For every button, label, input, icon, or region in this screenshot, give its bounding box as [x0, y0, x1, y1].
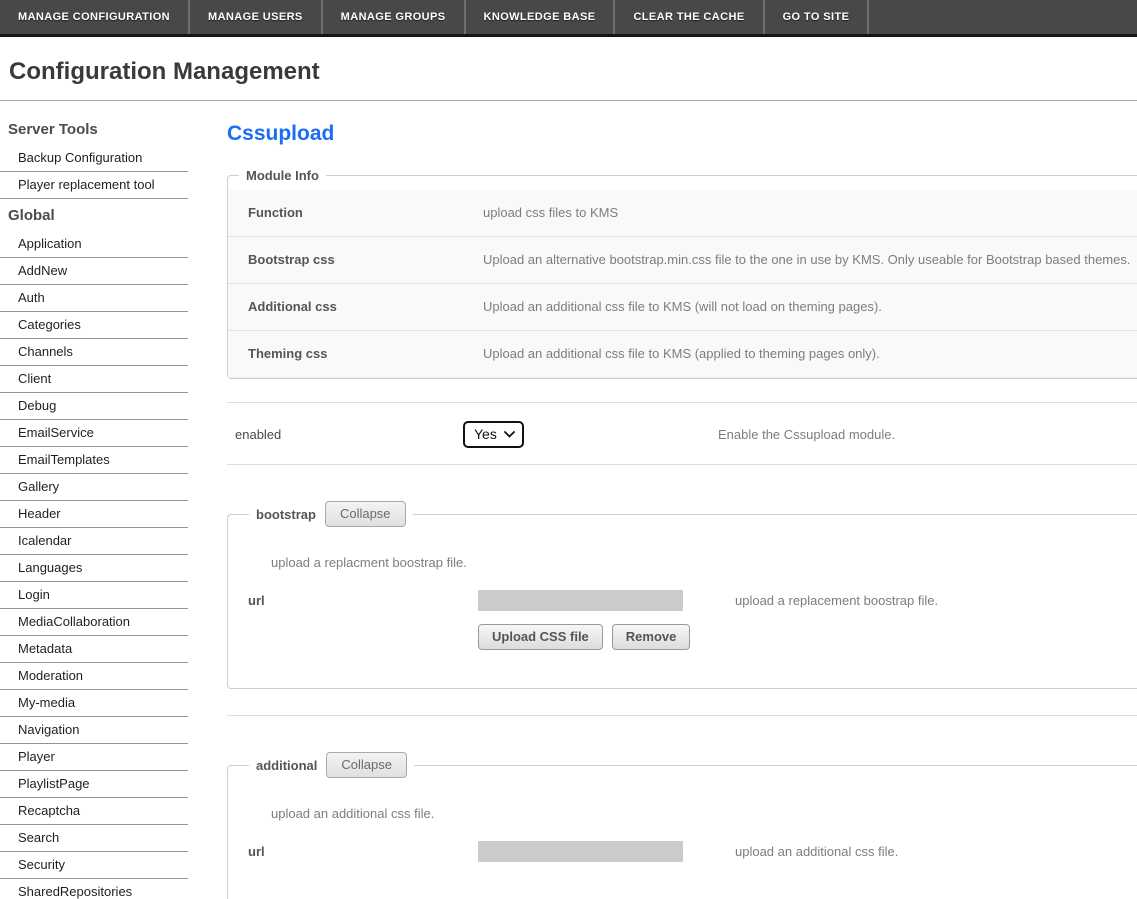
sidebar-item-playlistpage[interactable]: PlaylistPage — [0, 771, 188, 798]
sidebar-item-debug[interactable]: Debug — [0, 393, 188, 420]
module-info-label: Theming css — [248, 346, 328, 361]
url-description: upload a replacement boostrap file. — [735, 593, 939, 608]
module-info-label: Bootstrap css — [248, 252, 335, 267]
top-nav: MANAGE CONFIGURATION MANAGE USERS MANAGE G… — [0, 0, 1137, 37]
sidebar-item-security[interactable]: Security — [0, 852, 188, 879]
sidebar: Server Tools Backup Configuration Player r… — [0, 101, 188, 899]
section-fieldset-additional: additional Collapse upload an additional c… — [227, 752, 1137, 899]
sidebar-item-search[interactable]: Search — [0, 825, 188, 852]
module-info-legend-text: Module Info — [246, 168, 319, 183]
url-label: url — [248, 844, 265, 859]
module-info-row-bootstrap-css: Bootstrap css Upload an alternative boots… — [228, 237, 1137, 284]
sidebar-item-emailtemplates[interactable]: EmailTemplates — [0, 447, 188, 474]
main-content: Cssupload Module Info Function upload css… — [188, 101, 1137, 899]
url-control — [478, 841, 683, 862]
sidebar-item-moderation[interactable]: Moderation — [0, 663, 188, 690]
nav-tab-clear-the-cache[interactable]: CLEAR THE CACHE — [615, 0, 765, 34]
enabled-select[interactable]: Yes — [463, 421, 524, 448]
module-info-row-function: Function upload css files to KMS — [228, 190, 1137, 237]
section-legend-bootstrap: bootstrap Collapse — [249, 501, 413, 527]
enabled-row: enabled Yes Enable the Cssupload module. — [227, 402, 1137, 465]
sidebar-item-login[interactable]: Login — [0, 582, 188, 609]
enabled-description: Enable the Cssupload module. — [718, 427, 896, 442]
module-info-description: upload css files to KMS — [483, 205, 619, 220]
section-intro-text: upload a replacment boostrap file. — [271, 555, 467, 570]
section-fieldset-bootstrap: bootstrap Collapse upload a replacment boo… — [227, 501, 1137, 689]
module-info-fieldset: Module Info Function upload css files to … — [227, 168, 1137, 379]
module-info-row-theming-css: Theming css Upload an additional css file… — [228, 331, 1137, 378]
url-label: url — [248, 593, 265, 608]
module-info-label: Function — [248, 205, 303, 220]
url-row: url upload a replacement boostrap file. — [238, 590, 1137, 611]
module-info-row-additional-css: Additional css Upload an additional css f… — [228, 284, 1137, 331]
url-description: upload an additional css file. — [735, 844, 899, 859]
sidebar-item-icalendar[interactable]: Icalendar — [0, 528, 188, 555]
sidebar-item-categories[interactable]: Categories — [0, 312, 188, 339]
sidebar-item-addnew[interactable]: AddNew — [0, 258, 188, 285]
sidebar-item-languages[interactable]: Languages — [0, 555, 188, 582]
section-legend-text: additional — [256, 757, 318, 773]
sidebar-item-mediacollaboration[interactable]: MediaCollaboration — [0, 609, 188, 636]
remove-button[interactable]: Remove — [611, 624, 691, 650]
nav-tab-knowledge-base[interactable]: KNOWLEDGE BASE — [466, 0, 616, 34]
sidebar-item-my-media[interactable]: My-media — [0, 690, 188, 717]
sidebar-item-channels[interactable]: Channels — [0, 339, 188, 366]
enabled-select-value: Yes — [474, 426, 497, 442]
sidebar-item-client[interactable]: Client — [0, 366, 188, 393]
module-info-label: Additional css — [248, 299, 337, 314]
sidebar-item-gallery[interactable]: Gallery — [0, 474, 188, 501]
sidebar-item-auth[interactable]: Auth — [0, 285, 188, 312]
sidebar-section-title-global: Global — [8, 207, 55, 224]
url-input[interactable] — [478, 841, 683, 862]
upload-css-file-button[interactable]: Upload CSS file — [478, 624, 603, 650]
section-legend-additional: additional Collapse — [249, 752, 414, 778]
url-control — [478, 590, 683, 611]
chevron-down-icon — [503, 430, 515, 438]
sidebar-item-application[interactable]: Application — [0, 231, 188, 258]
module-page-title: Cssupload — [227, 122, 335, 145]
module-info-rows: Function upload css files to KMS Bootstrap… — [228, 190, 1137, 378]
sidebar-item-metadata[interactable]: Metadata — [0, 636, 188, 663]
sidebar-item-player[interactable]: Player — [0, 744, 188, 771]
nav-tab-manage-groups[interactable]: MANAGE GROUPS — [323, 0, 466, 34]
sidebar-item-header[interactable]: Header — [0, 501, 188, 528]
url-input[interactable] — [478, 590, 683, 611]
page-title: Configuration Management — [9, 58, 320, 85]
collapse-button[interactable]: Collapse — [326, 752, 407, 778]
sidebar-item-backup-configuration[interactable]: Backup Configuration — [0, 145, 188, 172]
nav-tab-manage-users[interactable]: MANAGE USERS — [190, 0, 323, 34]
module-info-description: Upload an alternative bootstrap.min.css … — [483, 252, 1131, 267]
sidebar-item-sharedrepositories[interactable]: SharedRepositories — [0, 879, 188, 899]
module-info-description: Upload an additional css file to KMS (wi… — [483, 299, 882, 314]
section-legend-text: bootstrap — [256, 506, 316, 522]
module-info-description: Upload an additional css file to KMS (ap… — [483, 346, 880, 361]
enabled-label: enabled — [235, 427, 282, 442]
button-row: Upload CSS file Remove — [478, 624, 1137, 650]
nav-tab-go-to-site[interactable]: GO TO SITE — [765, 0, 870, 34]
sidebar-item-navigation[interactable]: Navigation — [0, 717, 188, 744]
url-row: url upload an additional css file. — [238, 841, 1137, 862]
module-info-legend: Module Info — [239, 168, 326, 183]
sidebar-item-player-replacement-tool[interactable]: Player replacement tool — [0, 172, 188, 199]
collapse-button[interactable]: Collapse — [324, 501, 406, 527]
section-intro-text: upload an additional css file. — [271, 806, 435, 821]
sidebar-section-title-server-tools: Server Tools — [8, 121, 98, 138]
section-separator — [227, 715, 1137, 716]
sidebar-item-recaptcha[interactable]: Recaptcha — [0, 798, 188, 825]
module-sections: bootstrap Collapse upload a replacment boo… — [227, 501, 1137, 899]
nav-tab-manage-configuration[interactable]: MANAGE CONFIGURATION — [0, 0, 191, 34]
sidebar-item-emailservice[interactable]: EmailService — [0, 420, 188, 447]
